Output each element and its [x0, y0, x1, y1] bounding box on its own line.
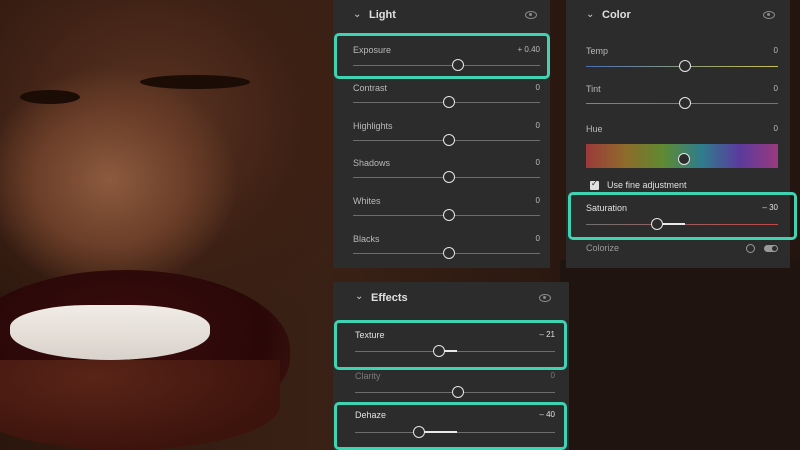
slider-tint[interactable]: Tint 0 — [586, 84, 778, 112]
slider-whites[interactable]: Whites 0 — [353, 196, 540, 224]
chevron-down-icon[interactable]: ⌄ — [355, 292, 365, 302]
slider-blacks[interactable]: Blacks 0 — [353, 234, 540, 262]
colorize-label: Colorize — [586, 243, 620, 253]
slider-knob[interactable] — [443, 96, 455, 108]
photo-eye-left — [140, 75, 250, 89]
colorize-toggle[interactable] — [764, 245, 778, 252]
colorize-swatch-icon[interactable] — [746, 244, 755, 253]
hue-label: Hue — [586, 124, 603, 134]
slider-value[interactable]: 0 — [536, 121, 540, 130]
slider-shadows[interactable]: Shadows 0 — [353, 158, 540, 186]
color-panel-header[interactable]: ⌄ Color — [566, 0, 790, 30]
slider-value[interactable]: 0 — [536, 196, 540, 205]
slider-value[interactable]: 0 — [536, 83, 540, 92]
slider-value[interactable]: 0 — [774, 46, 778, 55]
light-panel-title: Light — [369, 9, 396, 21]
photo-eye-right — [20, 90, 80, 104]
slider-knob[interactable] — [679, 60, 691, 72]
color-panel-title: Color — [602, 9, 631, 21]
slider-knob[interactable] — [443, 247, 455, 259]
slider-temp[interactable]: Temp 0 — [586, 46, 778, 74]
slider-knob[interactable] — [443, 134, 455, 146]
texture-highlight-box — [334, 320, 567, 370]
photo-lip — [0, 360, 280, 450]
chevron-down-icon[interactable]: ⌄ — [353, 10, 363, 20]
slider-knob[interactable] — [452, 386, 464, 398]
slider-knob[interactable] — [679, 97, 691, 109]
saturation-highlight-box — [568, 192, 797, 240]
slider-knob[interactable] — [443, 171, 455, 183]
slider-value[interactable]: 0 — [551, 371, 555, 380]
visibility-eye-icon[interactable] — [763, 11, 775, 19]
photo-teeth — [10, 305, 210, 360]
fine-adjustment-checkbox[interactable] — [590, 179, 599, 190]
slider-label: Highlights — [353, 121, 393, 131]
slider-contrast[interactable]: Contrast 0 — [353, 83, 540, 111]
hue-knob[interactable] — [678, 153, 690, 165]
slider-label: Whites — [353, 196, 381, 206]
visibility-eye-icon[interactable] — [539, 294, 551, 302]
slider-value[interactable]: 0 — [536, 158, 540, 167]
slider-value[interactable]: 0 — [774, 84, 778, 93]
slider-label: Tint — [586, 84, 601, 94]
slider-value[interactable]: 0 — [536, 234, 540, 243]
exposure-highlight-box — [334, 33, 550, 79]
slider-clarity[interactable]: Clarity 0 — [355, 371, 555, 399]
slider-label: Temp — [586, 46, 609, 56]
slider-label: Shadows — [353, 158, 391, 168]
dehaze-highlight-box — [334, 402, 567, 450]
hue-control[interactable]: Hue 0 — [586, 124, 778, 170]
fine-adjustment-label[interactable]: Use fine adjustment — [607, 180, 687, 190]
photo-dark-area — [560, 260, 800, 450]
chevron-down-icon[interactable]: ⌄ — [586, 10, 596, 20]
effects-panel-title: Effects — [371, 292, 408, 304]
effects-panel-header[interactable]: ⌄ Effects — [333, 282, 569, 312]
slider-highlights[interactable]: Highlights 0 — [353, 121, 540, 149]
slider-label: Contrast — [353, 83, 388, 93]
hue-value[interactable]: 0 — [774, 124, 778, 133]
slider-label: Clarity — [355, 371, 381, 381]
light-panel-header[interactable]: ⌄ Light — [333, 0, 550, 30]
slider-label: Blacks — [353, 234, 380, 244]
visibility-eye-icon[interactable] — [525, 11, 537, 19]
slider-knob[interactable] — [443, 209, 455, 221]
